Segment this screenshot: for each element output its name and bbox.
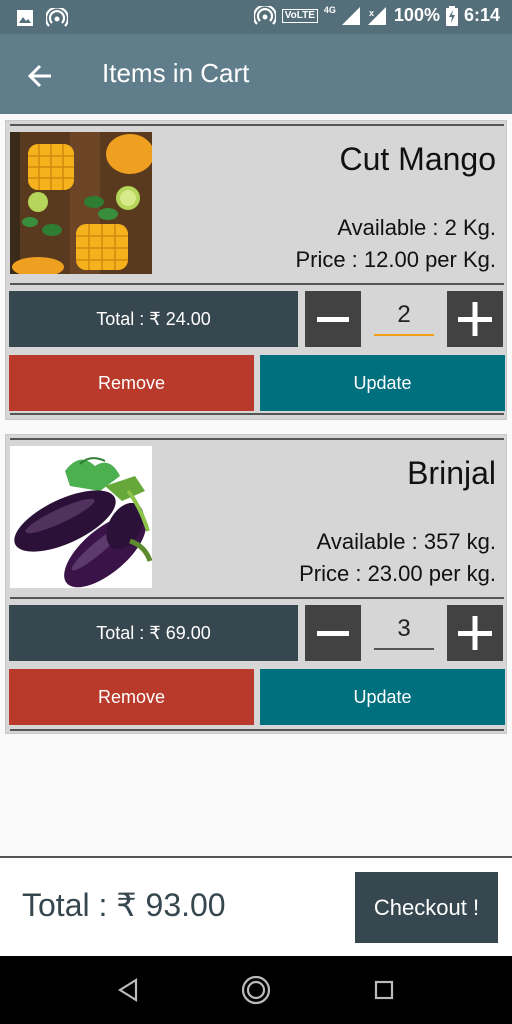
hotspot-icon-right <box>253 5 276 25</box>
arrow-left-icon <box>27 64 51 88</box>
cart-summary-bar: Total : ₹ 93.00 Checkout ! <box>0 856 512 956</box>
increase-quantity-button[interactable] <box>447 605 503 661</box>
nav-recents-button[interactable] <box>364 970 404 1010</box>
product-image-brinjal <box>10 446 152 588</box>
signal-x-icon: x <box>367 6 386 25</box>
product-name: Cut Mango <box>339 141 496 177</box>
volte-badge: VoLTE <box>281 8 318 23</box>
update-button[interactable]: Update <box>260 669 505 725</box>
item-total: Total : ₹ 24.00 <box>9 291 298 347</box>
clock: 6:14 <box>463 5 500 25</box>
decrease-quantity-button[interactable] <box>305 291 361 347</box>
item-total: Total : ₹ 69.00 <box>9 605 298 661</box>
divider <box>10 438 504 440</box>
page-title: Items in Cart <box>102 58 250 88</box>
divider <box>10 413 504 415</box>
status-right-cluster: VoLTE 4G x 100% 6:14 <box>253 4 500 26</box>
product-price: Price : 23.00 per kg. <box>299 561 496 586</box>
battery-charging-icon <box>445 5 458 26</box>
back-button[interactable] <box>18 54 62 98</box>
svg-text:x: x <box>369 8 374 18</box>
increase-quantity-button[interactable] <box>447 291 503 347</box>
cart-item-card: Cut Mango Available : 2 Kg. Price : 12.0… <box>5 120 507 420</box>
divider <box>10 124 504 126</box>
product-price: Price : 12.00 per Kg. <box>295 247 496 272</box>
quantity-underline <box>374 334 434 336</box>
decrease-quantity-button[interactable] <box>305 605 361 661</box>
gallery-icon <box>17 10 33 26</box>
product-availability: Available : 2 Kg. <box>337 215 496 240</box>
checkout-button[interactable]: Checkout ! <box>355 872 498 943</box>
quantity-underline <box>374 648 434 650</box>
divider <box>10 729 504 731</box>
product-name: Brinjal <box>407 455 496 491</box>
minus-icon <box>317 317 349 322</box>
plus-icon <box>458 302 492 336</box>
circle-home-icon <box>241 975 271 1005</box>
divider <box>10 597 504 599</box>
product-image-mango <box>10 132 152 274</box>
battery-percent: 100% <box>393 5 440 25</box>
cart-item-card: Brinjal Available : 357 kg. Price : 23.0… <box>5 434 507 734</box>
plus-icon <box>458 616 492 650</box>
status-bar: VoLTE 4G x 100% 6:14 <box>0 0 512 34</box>
divider <box>10 283 504 285</box>
system-navigation-bar <box>0 956 512 1024</box>
product-availability: Available : 357 kg. <box>316 529 496 554</box>
minus-icon <box>317 631 349 636</box>
app-bar: Items in Cart <box>0 34 512 114</box>
remove-button[interactable]: Remove <box>9 669 254 725</box>
triangle-back-icon <box>117 978 138 1002</box>
remove-button[interactable]: Remove <box>9 355 254 411</box>
grand-total: Total : ₹ 93.00 <box>22 887 226 923</box>
signal-icon <box>341 6 360 25</box>
update-button[interactable]: Update <box>260 355 505 411</box>
hotspot-icon <box>46 8 68 27</box>
square-recents-icon <box>374 980 394 1000</box>
nav-back-button[interactable] <box>108 970 148 1010</box>
network-type: 4G <box>323 4 336 15</box>
status-left-icons <box>16 8 68 28</box>
nav-home-button[interactable] <box>236 970 276 1010</box>
